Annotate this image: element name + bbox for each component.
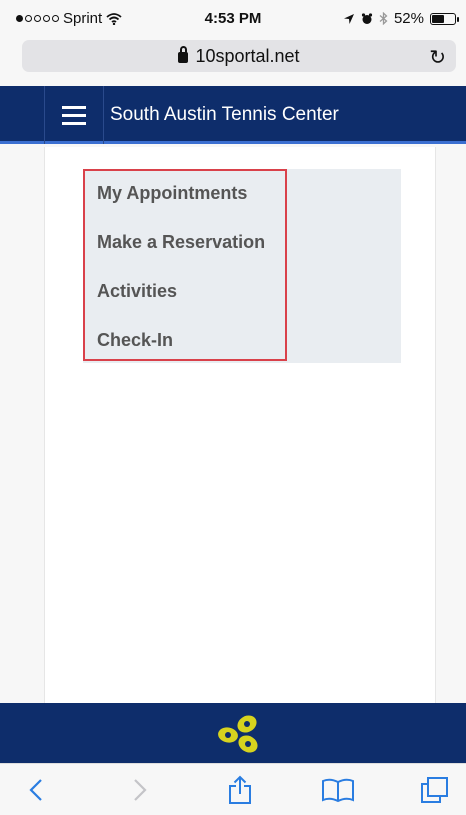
forward-button[interactable]: [122, 774, 158, 806]
alarm-icon: [361, 12, 373, 24]
status-bar: Sprint 4:53 PM 52%: [0, 0, 466, 36]
reload-icon[interactable]: ↻: [429, 45, 446, 70]
menu-toggle-button[interactable]: [44, 86, 104, 144]
status-right-group: 52%: [343, 10, 459, 27]
menu-item-make-reservation[interactable]: Make a Reservation: [97, 232, 265, 253]
url-display: 10sportal.net: [22, 46, 456, 67]
menu-item-activities[interactable]: Activities: [97, 281, 177, 302]
app-header: South Austin Tennis Center: [0, 86, 466, 144]
menu-item-my-appointments[interactable]: My Appointments: [97, 183, 247, 204]
bluetooth-icon: [379, 12, 388, 25]
browser-toolbar: [0, 763, 466, 815]
battery-icon: [430, 12, 459, 25]
main-content: My Appointments Make a Reservation Activ…: [44, 147, 436, 703]
nav-menu-highlight: My Appointments Make a Reservation Activ…: [83, 169, 287, 361]
location-arrow-icon: [343, 13, 354, 24]
back-icon: [29, 779, 42, 801]
url-text: 10sportal.net: [195, 46, 300, 66]
nav-menu-panel: My Appointments Make a Reservation Activ…: [83, 169, 401, 363]
logo-icon: [218, 715, 258, 753]
battery-percent: 52%: [393, 10, 424, 27]
lock-icon: [178, 46, 189, 63]
share-button[interactable]: [222, 774, 258, 806]
page-title: South Austin Tennis Center: [110, 104, 339, 125]
forward-icon: [134, 779, 147, 801]
menu-item-check-in[interactable]: Check-In: [97, 330, 173, 351]
share-icon: [229, 775, 251, 804]
bookmarks-icon: [322, 778, 354, 803]
hamburger-icon: [62, 105, 86, 125]
address-bar[interactable]: 10sportal.net ↻: [22, 40, 456, 72]
back-button[interactable]: [18, 774, 54, 806]
app-footer: [0, 703, 466, 763]
tabs-button[interactable]: [416, 774, 452, 806]
bookmarks-button[interactable]: [320, 774, 356, 806]
tabs-icon: [421, 777, 448, 803]
